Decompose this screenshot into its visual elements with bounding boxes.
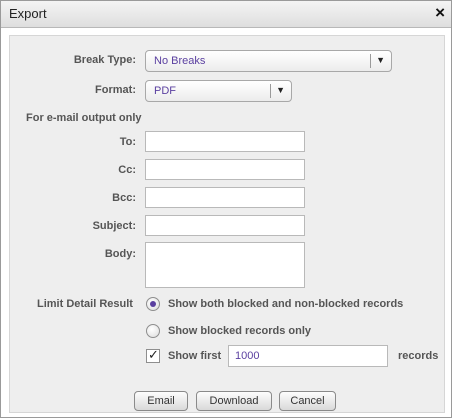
email-section-label: For e-mail output only (26, 112, 142, 124)
records-suffix-label: records (398, 350, 439, 362)
format-value: PDF (154, 85, 176, 97)
close-icon[interactable]: × (435, 3, 445, 23)
to-label: To: (119, 136, 136, 148)
bcc-field[interactable] (145, 187, 305, 208)
break-type-label: Break Type: (73, 54, 136, 66)
to-field[interactable] (145, 131, 305, 152)
subject-field[interactable] (145, 215, 305, 236)
cancel-button[interactable]: Cancel (279, 391, 336, 411)
chevron-down-icon: ▼ (376, 55, 385, 65)
subject-label: Subject: (92, 220, 136, 232)
cc-label: Cc: (118, 164, 136, 176)
download-button[interactable]: Download (196, 391, 272, 411)
export-dialog: Export × Break Type: No Breaks ▼ Format:… (0, 0, 452, 418)
radio-selected-dot (150, 301, 156, 307)
form-panel: Break Type: No Breaks ▼ Format: PDF ▼ Fo… (9, 35, 445, 413)
format-select[interactable]: PDF ▼ (145, 80, 292, 102)
chevron-down-icon: ▼ (276, 85, 285, 95)
body-field[interactable] (145, 242, 305, 288)
dialog-title: Export (9, 6, 47, 21)
checkmark-icon: ✓ (148, 347, 159, 362)
break-type-select[interactable]: No Breaks ▼ (145, 50, 392, 72)
bcc-label: Bcc: (112, 192, 136, 204)
email-button[interactable]: Email (134, 391, 188, 411)
show-both-label: Show both blocked and non-blocked record… (168, 298, 404, 310)
show-first-count-field[interactable] (228, 345, 388, 367)
show-first-checkbox[interactable]: ✓ (146, 347, 160, 363)
format-label: Format: (95, 84, 136, 96)
cc-field[interactable] (145, 159, 305, 180)
limit-detail-label: Limit Detail Result (37, 298, 133, 310)
radio-show-both[interactable] (146, 297, 160, 311)
show-blocked-label: Show blocked records only (168, 325, 312, 337)
show-first-label: Show first (168, 350, 222, 362)
break-type-value: No Breaks (154, 55, 206, 67)
title-bar: Export × (1, 1, 451, 28)
body-label: Body: (104, 248, 136, 260)
radio-show-blocked[interactable] (146, 324, 160, 338)
